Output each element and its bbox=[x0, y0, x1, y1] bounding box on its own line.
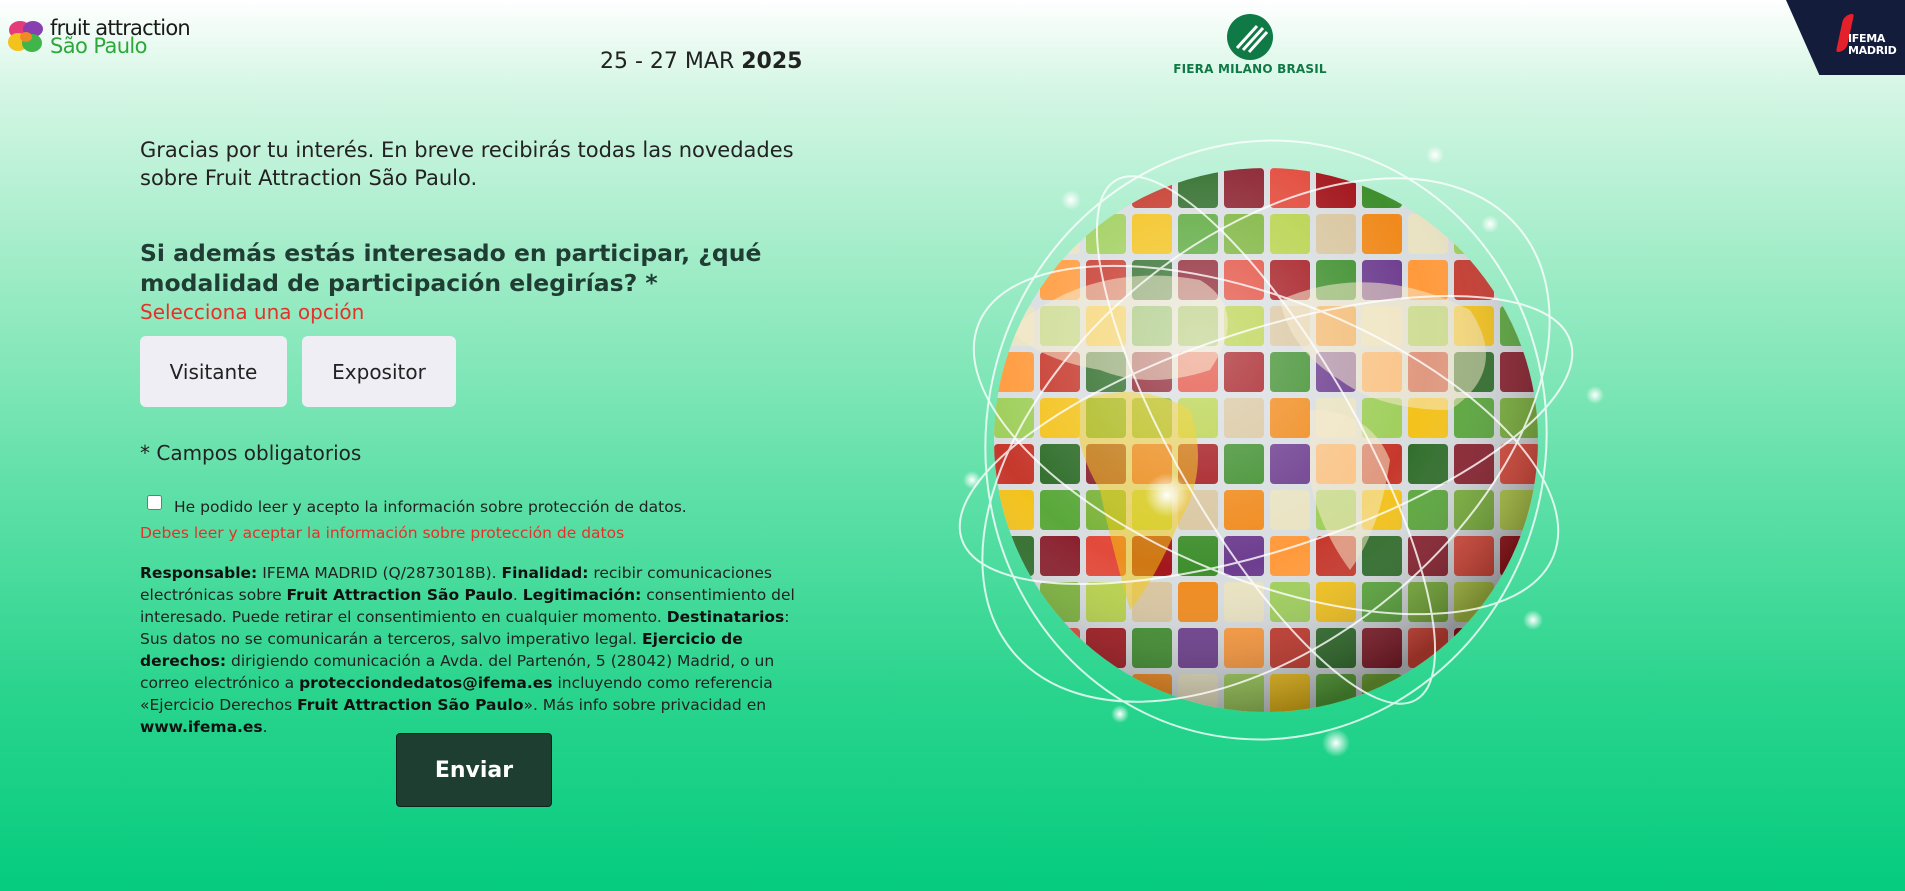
globe-tile bbox=[1500, 214, 1538, 254]
globe-tile bbox=[994, 168, 1034, 208]
logo-text-line2: São Paulo bbox=[50, 34, 148, 58]
globe-tile bbox=[1500, 674, 1538, 712]
date-year: 2025 bbox=[741, 49, 803, 74]
ifema-logo-text: IFEMA MADRID bbox=[1848, 32, 1897, 57]
globe-tile bbox=[1454, 674, 1494, 712]
globe-tile bbox=[994, 214, 1034, 254]
consent-error: Debes leer y aceptar la información sobr… bbox=[140, 524, 625, 542]
privacy-consent-label[interactable]: He podido leer y acepto la información s… bbox=[174, 498, 687, 516]
globe-tile bbox=[1500, 628, 1538, 668]
date-range: 25 - 27 MAR bbox=[600, 49, 735, 74]
fiera-emblem-icon bbox=[1227, 14, 1273, 60]
privacy-consent-checkbox[interactable] bbox=[147, 495, 162, 510]
ifema-website-link[interactable]: www.ifema.es bbox=[140, 718, 263, 736]
expositor-option-button[interactable]: Expositor bbox=[302, 336, 456, 407]
globe-tile bbox=[1454, 628, 1494, 668]
globe-tile bbox=[1500, 168, 1538, 208]
participation-question: Si además estás interesado en participar… bbox=[140, 239, 762, 297]
select-option-error: Selecciona una opción bbox=[140, 300, 365, 324]
required-fields-note: * Campos obligatorios bbox=[140, 441, 362, 465]
fruit-attraction-logo[interactable]: fruit attraction São Paulo bbox=[6, 16, 206, 60]
fiera-logo-text: FIERA MILANO BRASIL bbox=[1173, 62, 1327, 76]
submit-button[interactable]: Enviar bbox=[396, 733, 552, 807]
visitante-option-button[interactable]: Visitante bbox=[140, 336, 287, 407]
privacy-email-link[interactable]: protecciondedatos@ifema.es bbox=[299, 674, 552, 692]
legal-notice: Responsable: IFEMA MADRID (Q/2873018B). … bbox=[140, 564, 795, 736]
event-dates: 25 - 27 MAR 2025 bbox=[600, 49, 802, 74]
globe-tile bbox=[994, 582, 1034, 622]
globe-tile bbox=[994, 674, 1034, 712]
fiera-milano-logo[interactable]: FIERA MILANO BRASIL bbox=[1170, 14, 1330, 78]
ifema-madrid-logo[interactable]: IFEMA MADRID bbox=[1786, 0, 1905, 75]
fruit-globe-illustration bbox=[950, 110, 1610, 760]
intro-text: Gracias por tu interés. En breve recibir… bbox=[140, 138, 794, 190]
fruit-blob-icon bbox=[8, 21, 43, 52]
